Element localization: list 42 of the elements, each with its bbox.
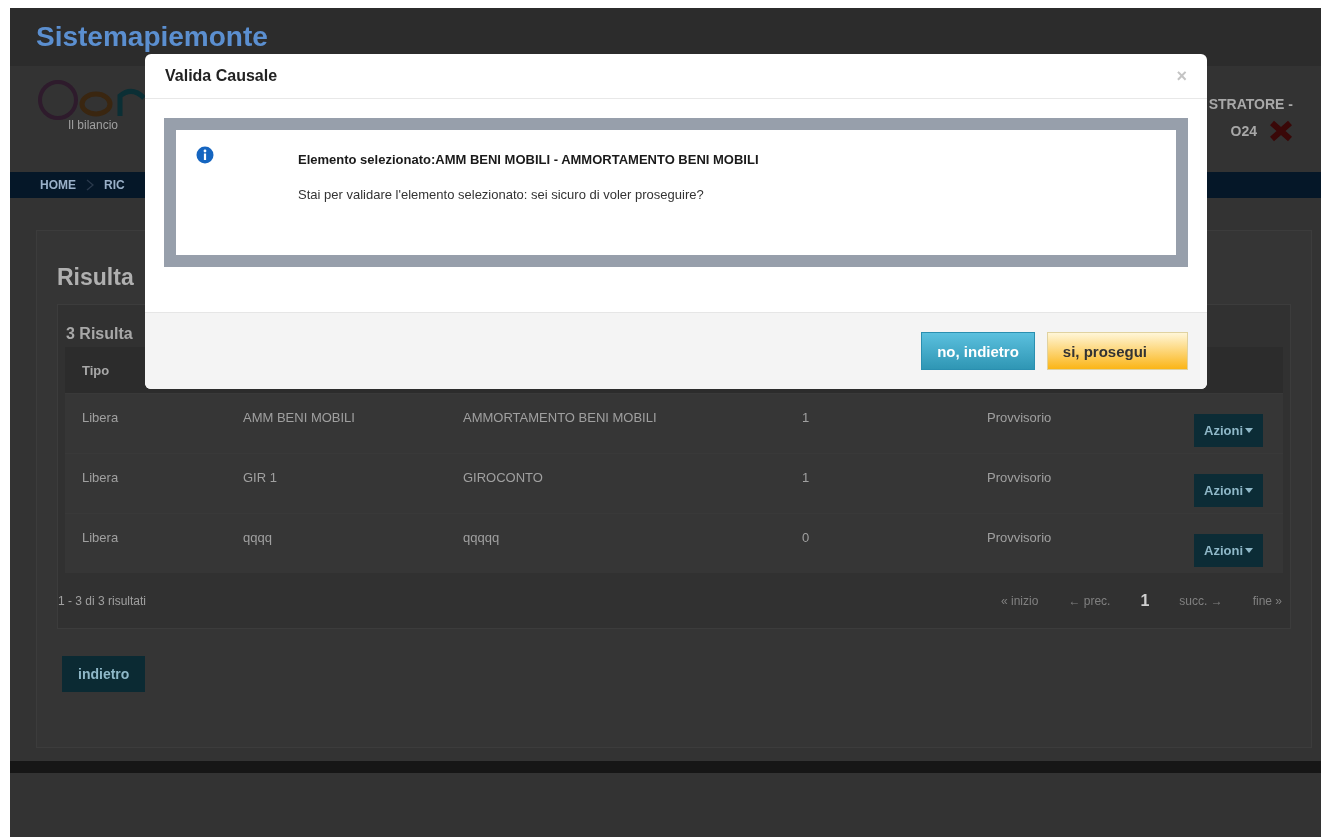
back-button[interactable]: indietro xyxy=(62,656,146,692)
confirm-button[interactable]: si, prosegui xyxy=(1046,332,1188,370)
table-cell: Provvisorio xyxy=(970,513,1165,573)
pagination-link[interactable]: succ. → xyxy=(1179,593,1223,608)
info-icon xyxy=(196,146,214,164)
table-cell: 0 xyxy=(785,513,970,573)
table-cell: Libera xyxy=(65,513,226,573)
pagination-link[interactable]: 1 xyxy=(1140,591,1150,610)
actions-dropdown-button[interactable]: Azioni xyxy=(1194,414,1263,447)
caret-down-icon xyxy=(1245,488,1253,493)
logo-tagline: Il bilancio xyxy=(68,118,120,132)
table-cell: Libera xyxy=(65,453,226,513)
actions-dropdown-button[interactable]: Azioni xyxy=(1194,474,1263,507)
user-role: STRATORE - xyxy=(1208,96,1293,112)
results-summary: 1 - 3 di 3 risultati xyxy=(58,593,147,608)
table-cell: Provvisorio xyxy=(970,453,1165,513)
dialog-title: Valida Causale xyxy=(165,67,278,85)
table-cell: qqqqq xyxy=(446,513,785,573)
actions-dropdown-button[interactable]: Azioni xyxy=(1194,534,1263,567)
table-cell: AMMORTAMENTO BENI MOBILI xyxy=(446,393,785,453)
caret-down-icon xyxy=(1245,548,1253,553)
message-text: Stai per validare l'elemento selezionato: sei sicuro di voler proseguire? xyxy=(298,187,705,202)
pagination-link[interactable]: ← prec. xyxy=(1068,593,1111,608)
message-title: Elemento selezionato:AMM BENI MOBILI - AMMORTAMENTO BENI MOBILI xyxy=(298,152,759,167)
table-cell: GIR 1 xyxy=(226,453,446,513)
table-cell: Provvisorio xyxy=(970,393,1165,453)
table-cell: Libera xyxy=(65,393,226,453)
results-title: 3 Risulta xyxy=(65,324,134,344)
user-name: O24 xyxy=(1230,123,1257,139)
table-cell: AMM BENI MOBILI xyxy=(226,393,446,453)
page-heading: Risulta xyxy=(57,264,135,292)
table-cell: qqqq xyxy=(226,513,446,573)
chevron-right-icon xyxy=(86,179,94,191)
site-title: Sistemapiemonte xyxy=(36,21,268,53)
breadcrumb-link[interactable]: HOME xyxy=(40,178,76,192)
table-cell: 1 xyxy=(785,393,970,453)
caret-down-icon xyxy=(1245,428,1253,433)
table-cell: GIROCONTO xyxy=(446,453,785,513)
table-cell: 1 xyxy=(785,453,970,513)
breadcrumb-link[interactable]: RIC xyxy=(104,178,125,192)
column-header: Tipo xyxy=(82,362,110,378)
logout-icon[interactable] xyxy=(1269,120,1293,142)
